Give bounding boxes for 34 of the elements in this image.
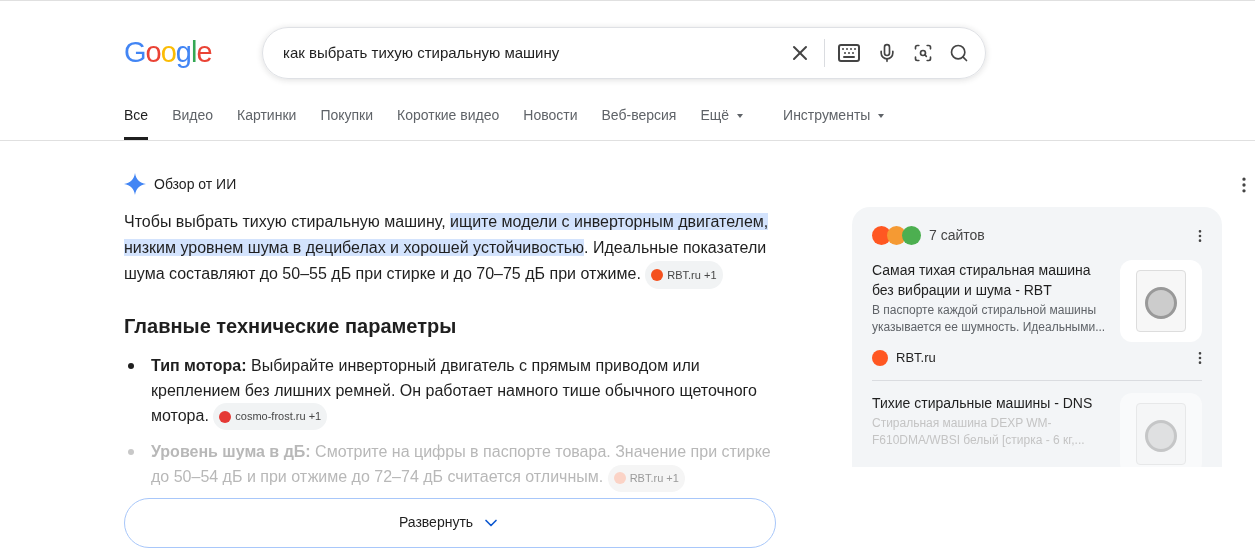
tab[interactable]: Инструменты	[783, 101, 885, 140]
sparkle-icon	[124, 173, 146, 195]
source-chip[interactable]: RBT.ru +1	[645, 261, 723, 289]
tab[interactable]: Веб-версия	[601, 101, 677, 140]
section-heading: Главные технические параметры	[124, 314, 458, 339]
search-icon[interactable]	[949, 43, 969, 63]
overview-title: Обзор от ИИ	[154, 174, 237, 194]
bullet-text: Уровень шума в дБ: Смотрите на цифры в паспорте товара. Значение при стирке до 50–54 дБ и при отжиме до 72–74 дБ считается отличным. RBT.ru +1	[151, 439, 776, 492]
bullet-text: Тип мотора: Выбирайте инверторный двигатель с прямым приводом или креплением без лишних ремней. Он работает намного тише обычного щеточного мотора. cosmo-frost.ru +1	[151, 353, 776, 431]
source-title[interactable]: Тихие стиральные машины - DNS	[872, 392, 1108, 413]
bullet-icon	[128, 449, 134, 456]
source-snippet: В паспорте каждой стиральной машины указывается ее шумность. Идеальными...	[872, 302, 1107, 336]
tab[interactable]: Видео	[172, 101, 214, 140]
sources-count: 7 сайтов	[929, 226, 985, 245]
tab[interactable]: Ещё	[700, 101, 744, 140]
source-title[interactable]: Самая тихая стиральная машина без вибрации и шума - RBT	[872, 260, 1108, 300]
search-input[interactable]: как выбрать тихую стиральную машину	[283, 41, 788, 65]
dropdown-caret-icon	[878, 113, 885, 118]
site-name[interactable]: RBT.ru	[896, 348, 936, 368]
tab[interactable]: Покупки	[320, 101, 374, 140]
tab[interactable]: Картинки	[237, 101, 297, 140]
site-logo-icon	[872, 349, 888, 366]
camera-search-icon[interactable]	[913, 43, 933, 63]
logo[interactable]: Google	[124, 31, 262, 75]
tab[interactable]: Короткие видео	[397, 101, 500, 140]
dropdown-caret-icon	[737, 113, 744, 118]
keyboard-icon[interactable]	[837, 41, 861, 65]
microphone-icon[interactable]	[877, 43, 897, 63]
bullet-icon	[128, 363, 134, 369]
expand-button[interactable]: Развернуть	[124, 497, 776, 548]
site-logos-icon	[872, 226, 921, 245]
source-chip[interactable]: cosmo-frost.ru +1	[213, 403, 328, 431]
tab[interactable]: Новости	[523, 101, 578, 140]
tab[interactable]: Все	[124, 101, 149, 140]
